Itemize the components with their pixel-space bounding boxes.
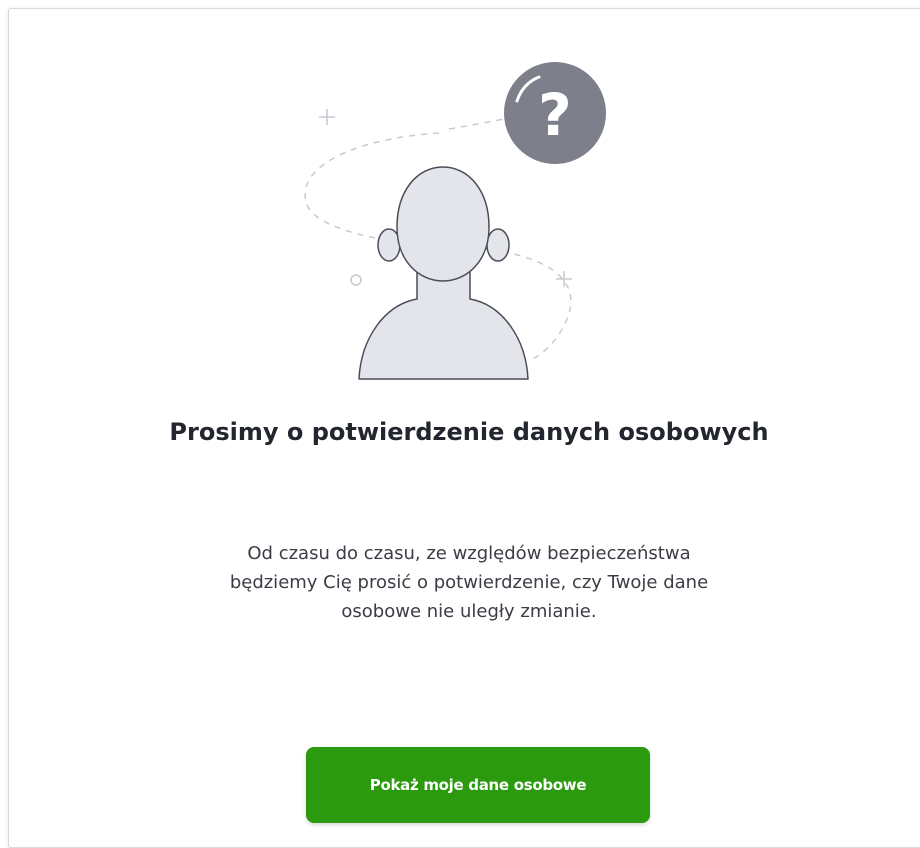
show-personal-data-button[interactable]: Pokaż moje dane osobowe [306, 747, 650, 823]
confirmation-card: ? Prosimy o potwierdzenie danych osobowy… [8, 8, 920, 848]
description-text: Od czasu do czasu, ze względów bezpiecze… [229, 543, 709, 622]
dashed-orbit-line [448, 116, 515, 130]
person-question-icon: ? [304, 62, 606, 380]
page-title: Prosimy o potwierdzenie danych osobowych [169, 418, 769, 446]
plus-decoration [556, 271, 572, 287]
question-badge: ? [504, 62, 606, 164]
circle-decoration [350, 274, 362, 286]
question-mark-glyph: ? [538, 81, 572, 149]
person-silhouette [358, 166, 529, 380]
plus-decoration [319, 109, 335, 125]
